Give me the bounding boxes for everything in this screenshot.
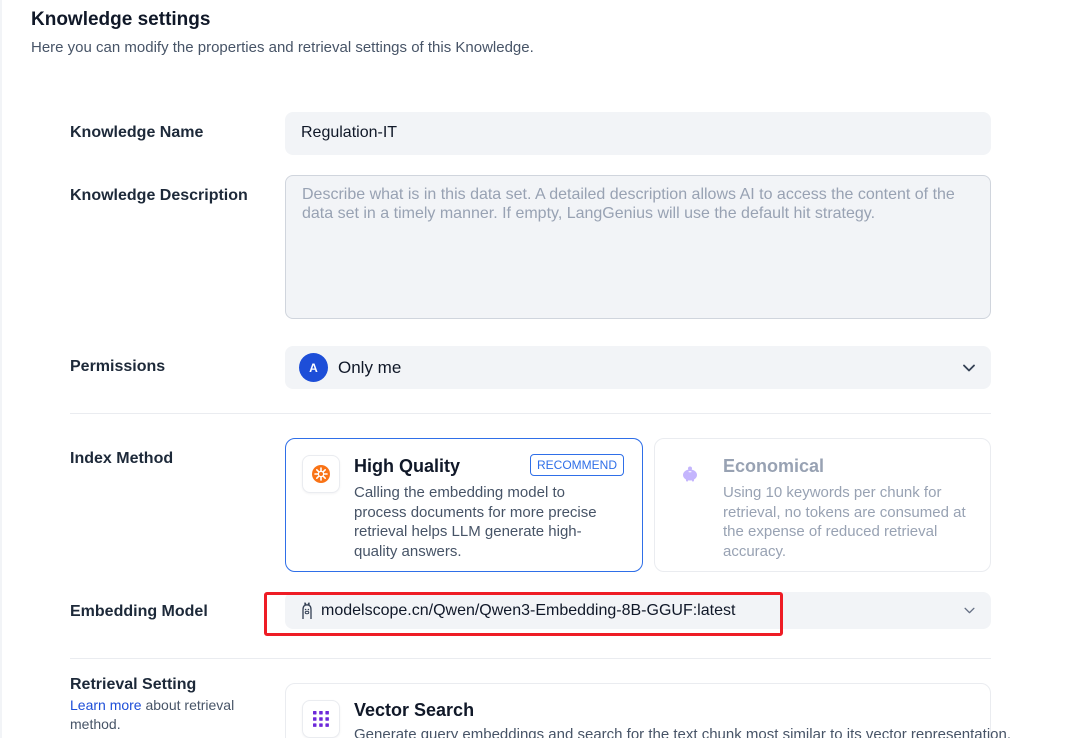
index-method-label: Index Method	[70, 450, 174, 467]
chevron-down-icon	[961, 360, 977, 376]
section-divider	[70, 413, 991, 414]
knowledge-description-label: Knowledge Description	[70, 187, 248, 204]
embedding-model-label: Embedding Model	[70, 603, 208, 620]
page-title: Knowledge settings	[31, 9, 211, 30]
retrieval-setting-label: Retrieval Setting	[70, 676, 197, 693]
knowledge-name-label: Knowledge Name	[70, 124, 204, 141]
economical-description: Using 10 keywords per chunk for retrieva…	[723, 484, 966, 560]
embedding-model-value: modelscope.cn/Qwen/Qwen3-Embedding-8B-GG…	[321, 601, 736, 619]
page-subtitle: Here you can modify the properties and r…	[31, 39, 534, 56]
index-option-economical[interactable]: Economical Using 10 keywords per chunk f…	[654, 438, 991, 572]
high-quality-description: Calling the embedding model to process d…	[354, 484, 597, 560]
permissions-select[interactable]: A Only me	[285, 346, 991, 389]
page-left-edge	[0, 0, 2, 738]
learn-more-link[interactable]: Learn more	[70, 697, 142, 713]
embedding-model-select[interactable]: modelscope.cn/Qwen/Qwen3-Embedding-8B-GG…	[285, 592, 991, 629]
vector-search-card[interactable]: Vector Search Generate query embeddings …	[285, 683, 1011, 738]
section-divider	[70, 658, 991, 659]
llama-icon	[299, 601, 315, 620]
piggy-bank-icon	[671, 455, 709, 493]
permissions-value: Only me	[338, 357, 402, 377]
knowledge-name-input[interactable]: Regulation-IT	[285, 112, 991, 155]
knowledge-description-textarea[interactable]: Describe what is in this data set. A det…	[285, 175, 991, 319]
chevron-down-icon	[961, 603, 977, 619]
permissions-label: Permissions	[70, 358, 166, 375]
recommend-badge: RECOMMEND	[530, 454, 624, 476]
economical-title: Economical	[723, 456, 825, 476]
star-badge-icon	[302, 455, 340, 493]
retrieval-help-text: Learn more about retrieval method.	[70, 696, 270, 734]
vector-search-title: Vector Search	[354, 700, 475, 720]
vector-search-description: Generate query embeddings and search for…	[354, 726, 1011, 738]
grid-icon	[302, 700, 340, 738]
avatar: A	[299, 353, 328, 382]
index-option-high-quality[interactable]: High Quality RECOMMEND Calling the embed…	[285, 438, 643, 572]
